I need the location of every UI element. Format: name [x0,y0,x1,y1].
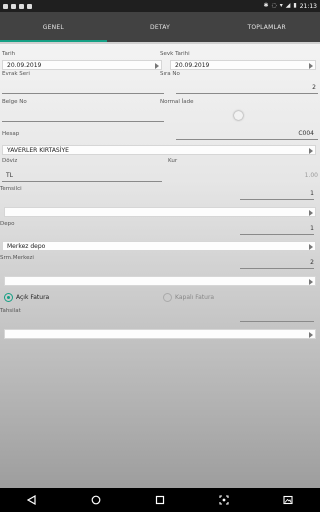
depo-label: Depo [0,221,15,227]
notification-icon [3,3,8,9]
depo-name: Merkez depo [7,242,46,250]
kapali-fatura-label[interactable]: Kapalı Fatura [175,294,214,301]
temsilci-underline [240,199,314,200]
status-bar: ✱ ◌ ▾ ◢ ▮ 21:13 [0,0,320,12]
tarih-label: Tarih [2,51,16,57]
sevk-tarihi-value: 20.09.2019 [175,61,210,69]
gallery-icon [283,495,293,505]
srm-merkezi-underline [240,268,314,269]
sira-no-label: Sıra No [160,71,180,77]
doviz-value[interactable]: TL [6,172,13,179]
normal-iade-label: Normal İade [160,99,194,105]
app-icon [27,3,32,9]
tab-bar: GENEL DETAY TOPLAMLAR [0,12,320,42]
kapali-fatura-radio[interactable] [163,293,172,302]
evrak-seri-label: Evrak Seri [2,71,30,77]
recents-button[interactable] [154,494,166,506]
temsilci-label: Temsilci [0,186,22,192]
temsilci-arrow-icon [309,210,313,216]
doviz-underline [2,181,162,182]
evrak-seri-underline [2,93,164,94]
depo-select[interactable]: Merkez depo [2,241,316,251]
kur-label: Kur [168,158,178,164]
wifi-icon: ▾ [279,2,283,9]
sira-no-underline [176,93,318,94]
normal-iade-switch[interactable] [234,111,243,120]
tahsilat-underline [240,321,314,322]
srm-merkezi-arrow-icon [309,279,313,285]
depo-arrow-icon [309,244,313,250]
hesap-arrow-icon [309,148,313,154]
sevk-tarihi-label: Sevk Tarihi [160,51,190,57]
tarih-picker[interactable]: 20.09.2019 [2,60,162,70]
home-button[interactable] [90,494,102,506]
tahsilat-label: Tahsilat [0,308,21,314]
mute-icon: ◌ [271,2,277,9]
back-icon [27,495,36,505]
sevk-tarihi-arrow-icon [309,63,313,69]
acik-fatura-radio[interactable] [4,293,13,302]
depo-underline [240,234,314,235]
tab-detay[interactable]: DETAY [107,12,214,42]
signal-icon: ◢ [285,2,291,9]
screenshot-icon [219,495,229,505]
sira-no-input[interactable]: 2 [176,84,316,91]
temsilci-select[interactable] [4,207,316,217]
tab-genel[interactable]: GENEL [0,12,107,42]
acik-fatura-label[interactable]: Açık Fatura [16,294,49,301]
hesap-name: YAVERLER KIRTASİYE [7,146,69,154]
system-icons: ✱ ◌ ▾ ◢ ▮ 21:13 [263,3,317,10]
gallery-button[interactable] [282,494,294,506]
srm-merkezi-label: Srm.Merkezi [0,255,34,261]
hesap-code-input[interactable]: C004 [176,130,314,137]
belge-no-label: Belge No [2,99,27,105]
depo-input[interactable]: 1 [240,225,314,232]
tarih-value: 20.09.2019 [7,61,42,69]
download-icon [19,3,24,9]
battery-icon: ▮ [293,2,297,9]
hesap-underline [176,139,318,140]
temsilci-input[interactable]: 1 [240,190,314,197]
recents-icon [155,495,165,505]
kur-input[interactable]: 1.00 [240,172,318,179]
home-icon [91,495,101,505]
belge-no-underline [2,121,164,122]
srm-merkezi-input[interactable]: 2 [240,259,314,266]
navigation-bar [0,488,320,512]
srm-merkezi-select[interactable] [4,276,316,286]
tahsilat-arrow-icon [309,332,313,338]
clock: 21:13 [299,2,317,10]
notification-icons [3,3,32,9]
image-icon [11,3,16,9]
tahsilat-select[interactable] [4,329,316,339]
doviz-label: Döviz [2,158,18,164]
sevk-tarihi-picker[interactable]: 20.09.2019 [170,60,316,70]
bluetooth-icon: ✱ [263,2,269,9]
screenshot-button[interactable] [218,494,230,506]
tab-toplamlar[interactable]: TOPLAMLAR [213,12,320,42]
back-button[interactable] [26,494,38,506]
tarih-arrow-icon [155,63,159,69]
hesap-select[interactable]: YAVERLER KIRTASİYE [2,145,316,155]
tab-divider [0,42,320,44]
hesap-label: Hesap [2,131,20,137]
